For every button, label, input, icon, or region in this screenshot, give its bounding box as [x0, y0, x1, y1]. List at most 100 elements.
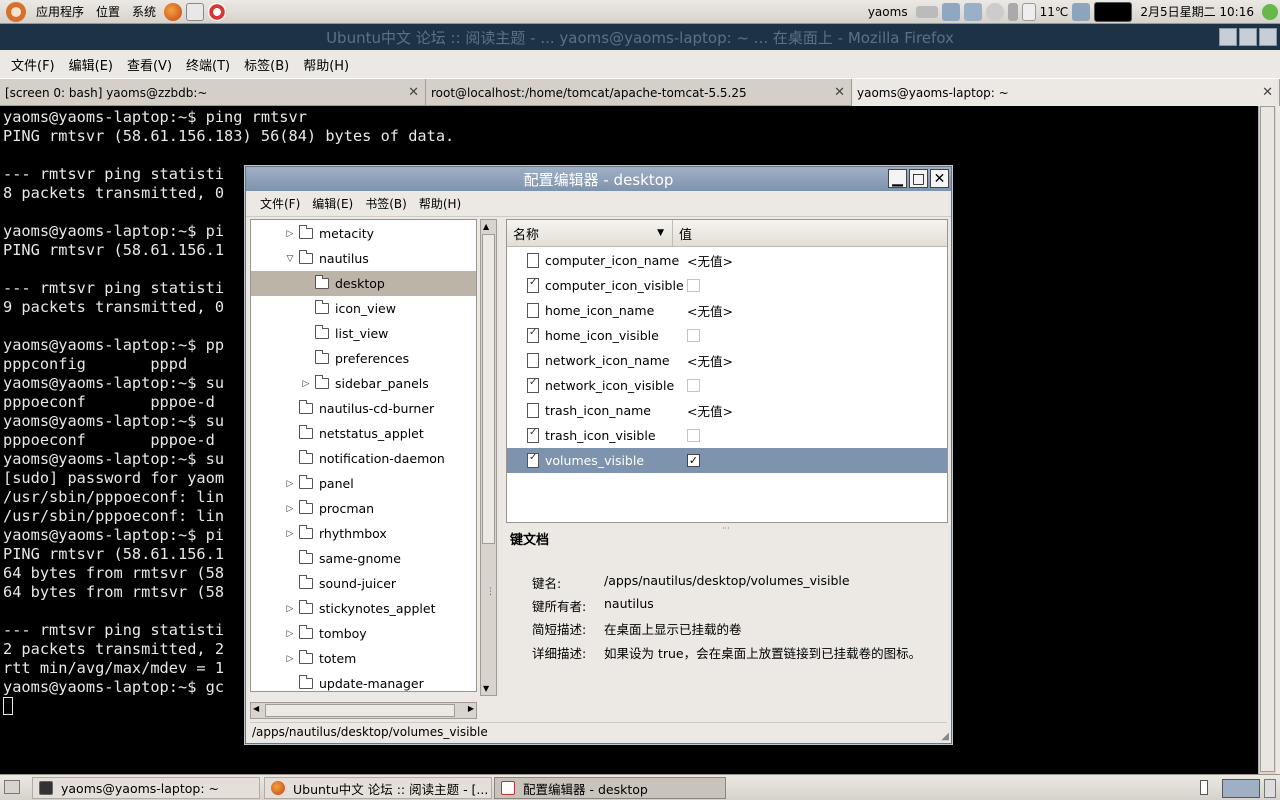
tree-item[interactable]: icon_view: [251, 296, 476, 321]
key-value-checkbox[interactable]: [687, 279, 700, 292]
resize-grip-icon[interactable]: ◢: [941, 731, 949, 742]
key-value-checkbox[interactable]: [687, 429, 700, 442]
dialog-titlebar[interactable]: 配置编辑器 - desktop ▁ □ ✕: [246, 167, 951, 191]
tree-item[interactable]: ▷ tomboy: [251, 621, 476, 646]
sensor-icon[interactable]: [985, 2, 1004, 21]
tree-item[interactable]: same-gnome: [251, 546, 476, 571]
scroll-right-icon[interactable]: ▶: [468, 704, 474, 713]
tree-item[interactable]: update-manager: [251, 671, 476, 691]
help-launcher-icon[interactable]: [208, 2, 227, 21]
user-name[interactable]: yaoms: [862, 5, 914, 19]
expander-icon[interactable]: ▷: [285, 654, 295, 664]
workspace-switcher-icon[interactable]: [1200, 780, 1208, 795]
menu-file[interactable]: 文件(F): [4, 55, 62, 74]
firefox-launcher-icon[interactable]: [164, 2, 183, 21]
network-monitor-icon[interactable]: [1072, 2, 1091, 21]
menu-edit[interactable]: 编辑(E): [62, 55, 120, 74]
key-row[interactable]: trash_icon_visible: [507, 423, 947, 448]
tab-tomcat[interactable]: root@localhost:/home/tomcat/apache-tomca…: [426, 79, 852, 106]
tree-item[interactable]: ▷ stickynotes_applet: [251, 596, 476, 621]
scrollbar-thumb[interactable]: [265, 704, 455, 717]
tree-item[interactable]: ▷ rhythmbox: [251, 521, 476, 546]
scroll-down-icon[interactable]: ▼: [483, 684, 489, 693]
terminal-scrollbar[interactable]: [1258, 106, 1276, 774]
running-man-icon[interactable]: [1262, 3, 1278, 20]
pane-grip-vertical-icon[interactable]: ⋮: [486, 587, 495, 597]
taskbar-terminal[interactable]: yaoms@yaoms-laptop: ~: [32, 777, 260, 799]
key-row[interactable]: home_icon_name <无值>: [507, 298, 947, 323]
expander-icon[interactable]: ▷: [285, 629, 295, 639]
maximize-icon[interactable]: □: [909, 169, 928, 188]
menu-file[interactable]: 文件(F): [254, 195, 306, 212]
expander-icon[interactable]: ▷: [285, 229, 295, 239]
tree-item[interactable]: nautilus-cd-burner: [251, 396, 476, 421]
key-row[interactable]: network_icon_visible: [507, 373, 947, 398]
tree-item[interactable]: ▽ nautilus: [251, 246, 476, 271]
expander-icon[interactable]: ▷: [285, 529, 295, 539]
tree-item[interactable]: ▷ totem: [251, 646, 476, 671]
tree-item[interactable]: sound-juicer: [251, 571, 476, 596]
key-row[interactable]: home_icon_visible: [507, 323, 947, 348]
trash-icon[interactable]: [1264, 779, 1276, 798]
tree-item[interactable]: notification-daemon: [251, 446, 476, 471]
minimize-icon[interactable]: ▁: [888, 169, 907, 188]
weather-temp[interactable]: 11℃: [1038, 5, 1071, 19]
tab-screen[interactable]: [screen 0: bash] yaoms@zzbdb:~ ✕: [0, 79, 426, 106]
menu-help[interactable]: 帮助(H): [296, 55, 356, 74]
key-row[interactable]: computer_icon_name <无值>: [507, 248, 947, 273]
menu-view[interactable]: 查看(V): [120, 55, 179, 74]
tree-item[interactable]: desktop: [251, 271, 476, 296]
mail-launcher-icon[interactable]: [186, 2, 205, 21]
tree-item[interactable]: preferences: [251, 346, 476, 371]
key-list[interactable]: 名称 ▼ 值 computer_icon_name<无值>computer_ic…: [506, 219, 948, 523]
tree-item[interactable]: ▷ metacity: [251, 221, 476, 246]
key-value[interactable]: <无值>: [687, 351, 733, 370]
menu-tabs[interactable]: 标签(B): [237, 55, 296, 74]
keyboard-icon[interactable]: [915, 5, 938, 18]
key-row[interactable]: network_icon_name <无值>: [507, 348, 947, 373]
scroll-left-icon[interactable]: ◀: [253, 704, 259, 713]
column-name[interactable]: 名称 ▼: [507, 220, 673, 246]
key-row[interactable]: volumes_visible ✓: [507, 448, 947, 473]
key-value-checkbox[interactable]: [687, 329, 700, 342]
workspace-1[interactable]: [1222, 779, 1260, 798]
network-icon[interactable]: [941, 2, 960, 21]
key-row[interactable]: computer_icon_visible: [507, 273, 947, 298]
applications-menu[interactable]: 应用程序: [30, 3, 90, 20]
close-tab-icon[interactable]: ✕: [834, 85, 845, 100]
volume-icon[interactable]: [1007, 2, 1018, 21]
system-menu[interactable]: 系统: [126, 3, 162, 20]
menu-bookmarks[interactable]: 书签(B): [359, 195, 413, 212]
expander-icon[interactable]: ▷: [285, 504, 295, 514]
tree-item[interactable]: ▷ sidebar_panels: [251, 371, 476, 396]
key-value-checkbox[interactable]: ✓: [687, 454, 700, 467]
expander-icon[interactable]: ▷: [285, 479, 295, 489]
tree-item[interactable]: list_view: [251, 321, 476, 346]
close-icon[interactable]: [1259, 28, 1277, 46]
directory-tree[interactable]: ▷ metacity ▽ nautilus desktop icon_view list_v…: [250, 219, 477, 692]
ubuntu-logo-icon[interactable]: [6, 1, 26, 22]
tree-item[interactable]: netstatus_applet: [251, 421, 476, 446]
taskbar-config-editor[interactable]: 配置编辑器 - desktop: [494, 777, 726, 799]
tree-item[interactable]: ▷ panel: [251, 471, 476, 496]
tree-horizontal-scrollbar[interactable]: ◀ ▶: [250, 702, 477, 719]
expander-icon[interactable]: ▷: [301, 379, 311, 389]
close-tab-icon[interactable]: ✕: [1262, 85, 1273, 100]
scrollbar-thumb[interactable]: [1260, 106, 1275, 772]
taskbar-firefox[interactable]: Ubuntu中文 论坛 :: 阅读主题 - [...: [264, 777, 492, 799]
scrollbar-thumb[interactable]: [482, 234, 495, 544]
tab-laptop[interactable]: yaoms@yaoms-laptop: ~ ✕: [852, 79, 1280, 106]
menu-edit[interactable]: 编辑(E): [306, 195, 359, 212]
key-value-checkbox[interactable]: [687, 379, 700, 392]
column-value[interactable]: 值: [673, 220, 947, 246]
key-row[interactable]: trash_icon_name <无值>: [507, 398, 947, 423]
key-value[interactable]: <无值>: [687, 251, 733, 270]
tree-item[interactable]: ▷ procman: [251, 496, 476, 521]
key-value[interactable]: <无值>: [687, 301, 733, 320]
display-icon[interactable]: [963, 2, 982, 21]
scroll-up-icon[interactable]: ▲: [483, 222, 489, 231]
show-desktop-icon[interactable]: [4, 780, 20, 794]
places-menu[interactable]: 位置: [90, 3, 126, 20]
clock[interactable]: 2月5日星期二 10:16: [1134, 3, 1260, 20]
menu-terminal[interactable]: 终端(T): [179, 55, 237, 74]
